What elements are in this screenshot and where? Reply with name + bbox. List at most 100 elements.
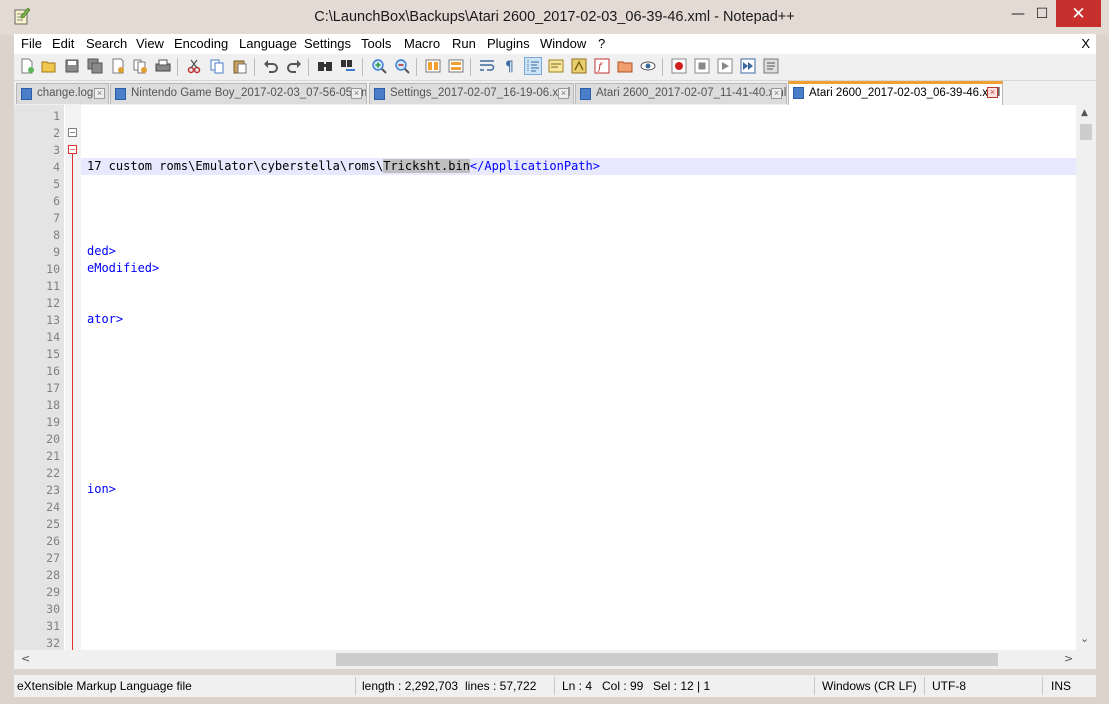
maximize-button[interactable]: ☐ xyxy=(1027,0,1057,28)
toolbar-separator xyxy=(416,58,417,76)
code-line-9[interactable]: ded> xyxy=(87,244,116,258)
fold-line xyxy=(72,152,73,650)
close-window-button[interactable]: ✕ xyxy=(1056,0,1101,27)
vertical-scroll-thumb[interactable] xyxy=(1080,124,1092,140)
open-file-icon[interactable] xyxy=(41,58,57,74)
find-icon[interactable] xyxy=(317,58,333,74)
editor-area[interactable]: 1 2 3 4 5 6 7 8 9 10 11 12 13 14 15 16 1… xyxy=(14,105,1096,650)
scrollbar-corner xyxy=(1076,650,1096,669)
zoom-out-icon[interactable] xyxy=(394,58,410,74)
toolbar-separator xyxy=(662,58,663,76)
status-insert-mode[interactable]: INS xyxy=(1051,679,1071,693)
tab-settings-xml[interactable]: Settings_2017-02-07_16-19-06.xml × xyxy=(369,83,574,104)
show-all-chars-icon[interactable]: ¶ xyxy=(502,58,518,74)
word-wrap-icon[interactable] xyxy=(479,58,495,74)
tab-close-icon[interactable]: × xyxy=(987,87,998,98)
doc-map-icon[interactable] xyxy=(571,58,587,74)
sync-vertical-icon[interactable] xyxy=(425,58,441,74)
horizontal-scrollbar[interactable]: < > xyxy=(14,650,1076,669)
stop-macro-icon[interactable] xyxy=(694,58,710,74)
monitoring-icon[interactable] xyxy=(640,58,656,74)
file-icon xyxy=(580,88,591,100)
menu-run[interactable]: Run xyxy=(452,36,476,51)
tab-label: Atari 2600_2017-02-03_06-39-46.xml xyxy=(809,87,1001,99)
tab-nintendo-game-boy[interactable]: Nintendo Game Boy_2017-02-03_07-56-05.xm… xyxy=(110,83,367,104)
line-number: 25 xyxy=(46,517,60,531)
menu-window[interactable]: Window xyxy=(540,36,586,51)
scroll-right-arrow[interactable]: > xyxy=(1064,652,1073,665)
tab-atari-2600-02-03[interactable]: Atari 2600_2017-02-03_06-39-46.xml × xyxy=(788,81,1003,105)
udl-icon[interactable] xyxy=(548,58,564,74)
fold-collapse-icon[interactable]: − xyxy=(68,145,77,154)
print-icon[interactable] xyxy=(155,58,171,74)
undo-icon[interactable] xyxy=(263,58,279,74)
line-number: 29 xyxy=(46,585,60,599)
line-number: 5 xyxy=(53,177,60,191)
indent-guide-icon[interactable] xyxy=(524,57,542,75)
tab-close-icon[interactable]: × xyxy=(351,88,362,99)
status-length: length : 2,292,703 xyxy=(362,679,459,693)
line-number: 27 xyxy=(46,551,60,565)
tab-close-icon[interactable]: × xyxy=(771,88,782,99)
menu-file[interactable]: File xyxy=(21,36,42,51)
scroll-down-arrow[interactable]: ⌄ xyxy=(1080,632,1089,645)
close-all-icon[interactable] xyxy=(132,58,148,74)
function-list-icon[interactable]: f xyxy=(594,58,610,74)
vertical-scrollbar[interactable]: ▲ ⌄ xyxy=(1076,105,1096,650)
close-icon[interactable] xyxy=(110,58,126,74)
menu-macro[interactable]: Macro xyxy=(404,36,440,51)
play-macro-icon[interactable] xyxy=(717,58,733,74)
menu-settings[interactable]: Settings xyxy=(304,36,351,51)
tab-label: Nintendo Game Boy_2017-02-03_07-56-05.xm… xyxy=(131,87,367,99)
horizontal-scroll-thumb[interactable] xyxy=(336,653,998,666)
file-icon xyxy=(21,88,32,100)
save-macro-icon[interactable] xyxy=(763,58,779,74)
cut-icon[interactable] xyxy=(186,58,202,74)
zoom-in-icon[interactable] xyxy=(371,58,387,74)
menu-search[interactable]: Search xyxy=(86,36,127,51)
line-number: 10 xyxy=(46,262,60,276)
tab-change-log[interactable]: change.log × xyxy=(16,83,109,104)
record-macro-icon[interactable] xyxy=(671,58,687,74)
scroll-left-arrow[interactable]: < xyxy=(21,652,30,665)
tab-close-icon[interactable]: × xyxy=(558,88,569,99)
save-all-icon[interactable] xyxy=(87,58,103,74)
code-line-4[interactable]: 17 custom roms\Emulator\cyberstella\roms… xyxy=(87,159,600,173)
menu-language[interactable]: Language xyxy=(239,36,297,51)
line-number: 2 xyxy=(53,126,60,140)
copy-icon[interactable] xyxy=(209,58,225,74)
tab-close-icon[interactable]: × xyxy=(94,88,105,99)
code-line-13[interactable]: ator> xyxy=(87,312,123,326)
line-number: 14 xyxy=(46,330,60,344)
line-number: 24 xyxy=(46,500,60,514)
new-file-icon[interactable] xyxy=(19,58,35,74)
status-encoding[interactable]: UTF-8 xyxy=(932,679,966,693)
line-number: 31 xyxy=(46,619,60,633)
menu-plugins[interactable]: Plugins xyxy=(487,36,530,51)
status-bar: eXtensible Markup Language file length :… xyxy=(14,674,1096,697)
replace-icon[interactable] xyxy=(340,58,356,74)
redo-icon[interactable] xyxy=(286,58,302,74)
fold-collapse-icon[interactable]: − xyxy=(68,128,77,137)
code-line-23[interactable]: ion> xyxy=(87,482,116,496)
folder-workspace-icon[interactable] xyxy=(617,58,633,74)
sync-horizontal-icon[interactable] xyxy=(448,58,464,74)
menu-encoding[interactable]: Encoding xyxy=(174,36,228,51)
status-eol-format[interactable]: Windows (CR LF) xyxy=(822,679,917,693)
paste-icon[interactable] xyxy=(232,58,248,74)
menu-view[interactable]: View xyxy=(136,36,164,51)
menu-tools[interactable]: Tools xyxy=(361,36,391,51)
menu-help[interactable]: ? xyxy=(598,36,605,51)
code-line-10[interactable]: eModified> xyxy=(87,261,159,275)
line-number: 4 xyxy=(53,160,60,174)
tab-label: change.log xyxy=(37,87,94,99)
line-number: 8 xyxy=(53,228,60,242)
scroll-up-arrow[interactable]: ▲ xyxy=(1081,108,1088,118)
save-icon[interactable] xyxy=(64,58,80,74)
close-document-button[interactable]: X xyxy=(1081,36,1090,51)
line-number: 21 xyxy=(46,449,60,463)
menu-edit[interactable]: Edit xyxy=(52,36,74,51)
status-separator xyxy=(355,677,356,695)
tab-atari-2600-02-07[interactable]: Atari 2600_2017-02-07_11-41-40.xml × xyxy=(575,83,787,104)
run-macro-multiple-icon[interactable] xyxy=(740,58,756,74)
